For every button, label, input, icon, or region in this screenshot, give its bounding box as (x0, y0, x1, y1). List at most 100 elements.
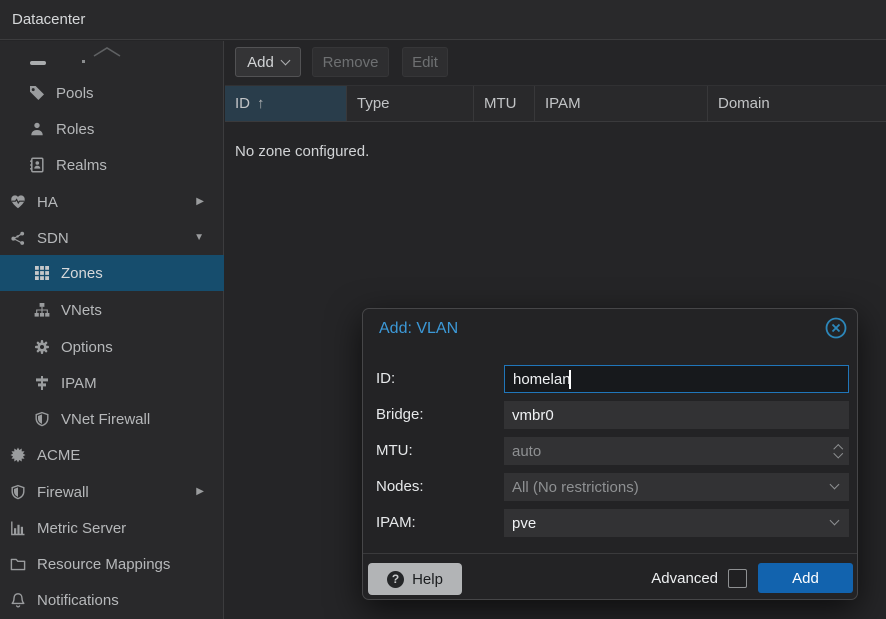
chevron-right-icon[interactable]: ▶ (196, 474, 204, 510)
sidebar-item-label: Resource Mappings (37, 556, 170, 573)
folder-icon (10, 556, 26, 572)
nodes-select[interactable]: All (No restrictions) (504, 473, 849, 501)
sidebar-item-firewall[interactable]: Firewall ▶ (0, 474, 224, 510)
add-vlan-dialog: Add: VLAN ID: Bridge: vmbr0 MTU: auto (362, 308, 858, 600)
sidebar-item-metric-server[interactable]: Metric Server (0, 510, 224, 546)
burst-icon (10, 447, 26, 463)
edit-button[interactable]: Edit (402, 47, 448, 77)
mtu-field-label: MTU: (376, 437, 413, 465)
bridge-input[interactable]: vmbr0 (504, 401, 849, 429)
network-icon (10, 230, 26, 246)
remove-button-label: Remove (323, 54, 379, 71)
shield-icon (34, 411, 50, 427)
sitemap-icon (34, 302, 50, 318)
sidebar-item-label: Metric Server (37, 520, 126, 537)
sidebar-item-ha[interactable]: HA ▶ (0, 184, 224, 220)
dialog-title: Add: VLAN (379, 320, 458, 338)
sidebar-item-label: Pools (56, 85, 94, 102)
sidebar-item-vnets[interactable]: VNets (0, 292, 224, 328)
sidebar-item-roles[interactable]: Roles (0, 111, 224, 147)
column-header-mtu[interactable]: MTU (474, 86, 535, 121)
id-input-field[interactable] (513, 371, 840, 388)
add-button-label: Add (247, 54, 274, 71)
ipam-select[interactable]: pve (504, 509, 849, 537)
bar-chart-icon (10, 520, 26, 536)
advanced-checkbox[interactable] (728, 569, 747, 588)
gear-icon (34, 339, 50, 355)
column-header-type[interactable]: Type (347, 86, 474, 121)
column-header-domain[interactable]: Domain (708, 86, 886, 121)
top-bar: Datacenter (0, 0, 886, 40)
dialog-add-button[interactable]: Add (758, 563, 853, 593)
mtu-value: auto (512, 443, 541, 460)
sidebar-item-label: VNet Firewall (61, 411, 150, 428)
sidebar-item-acme[interactable]: ACME (0, 437, 224, 473)
mtu-spinner-input[interactable]: auto (504, 437, 849, 465)
remove-button[interactable]: Remove (312, 47, 389, 77)
heartbeat-icon (10, 194, 26, 210)
sidebar-item-vnet-firewall[interactable]: VNet Firewall (0, 401, 224, 437)
id-input[interactable] (504, 365, 849, 393)
user-icon (29, 121, 45, 137)
field-row-mtu: MTU: auto (363, 437, 857, 465)
grid-icon (34, 265, 50, 281)
sort-ascending-icon: ↑ (257, 95, 265, 112)
tags-icon (29, 85, 45, 101)
clipped-text-fragment (82, 60, 85, 63)
chevron-down-icon (830, 480, 840, 490)
sidebar-item-ipam[interactable]: IPAM (0, 365, 224, 401)
column-header-ipam[interactable]: IPAM (535, 86, 708, 121)
chevron-right-icon[interactable]: ▶ (196, 184, 204, 220)
ipam-value: pve (512, 515, 536, 532)
scroll-up-chevron-icon[interactable] (92, 45, 122, 63)
column-label: Domain (718, 95, 770, 112)
field-row-id: ID: (363, 365, 857, 393)
column-label: ID (235, 95, 250, 112)
sidebar-item-realms[interactable]: Realms (0, 147, 224, 183)
column-header-id[interactable]: ID ↑ (225, 86, 347, 121)
sidebar-item-sdn[interactable]: SDN ▼ (0, 220, 224, 256)
sidebar-item-label: ACME (37, 447, 80, 464)
nodes-value: All (No restrictions) (512, 479, 639, 496)
empty-table-message: No zone configured. (235, 143, 369, 160)
bell-icon (10, 592, 26, 608)
sidebar-item-label: Firewall (37, 484, 89, 501)
help-button-label: Help (412, 571, 443, 588)
add-button[interactable]: Add (235, 47, 301, 77)
sidebar-item-label: Realms (56, 157, 107, 174)
sidebar-item-label: Notifications (37, 592, 119, 609)
sidebar-item-resource-mappings[interactable]: Resource Mappings (0, 546, 224, 582)
column-label: Type (357, 95, 390, 112)
page-title: Datacenter (12, 0, 85, 40)
number-spinner[interactable] (835, 437, 842, 465)
chevron-down-icon[interactable]: ▼ (194, 220, 204, 256)
sidebar-item-label: VNets (61, 302, 102, 319)
field-row-nodes: Nodes: All (No restrictions) (363, 473, 857, 501)
ipam-field-label: IPAM: (376, 509, 416, 537)
chevron-down-icon (830, 516, 840, 526)
advanced-label: Advanced (651, 563, 718, 595)
dialog-add-button-label: Add (792, 570, 819, 587)
shield-icon (10, 484, 26, 500)
question-mark-icon: ? (387, 571, 404, 588)
column-label: IPAM (545, 95, 581, 112)
sidebar-item-options[interactable]: Options (0, 329, 224, 365)
help-button[interactable]: ? Help (368, 563, 462, 595)
close-icon[interactable] (824, 316, 848, 340)
sidebar-item-label: Roles (56, 121, 94, 138)
sidebar-item-pools[interactable]: Pools (0, 75, 224, 111)
proxmox-datacenter-screen: Datacenter Pools Roles Realms HA ▶ (0, 0, 886, 619)
sidebar-item-notifications[interactable]: Notifications (0, 582, 224, 618)
text-cursor (569, 370, 571, 389)
edit-button-label: Edit (412, 54, 438, 71)
signpost-icon (34, 375, 50, 391)
sidebar-item-label: IPAM (61, 375, 97, 392)
column-label: MTU (484, 95, 517, 112)
sidebar-item-label: Options (61, 339, 113, 356)
address-book-icon (29, 157, 45, 173)
sidebar-item-zones[interactable]: Zones (0, 255, 224, 291)
zones-toolbar: Add Remove Edit (225, 41, 886, 85)
chevron-down-icon (280, 56, 290, 66)
field-row-ipam: IPAM: pve (363, 509, 857, 537)
bridge-field-label: Bridge: (376, 401, 424, 429)
